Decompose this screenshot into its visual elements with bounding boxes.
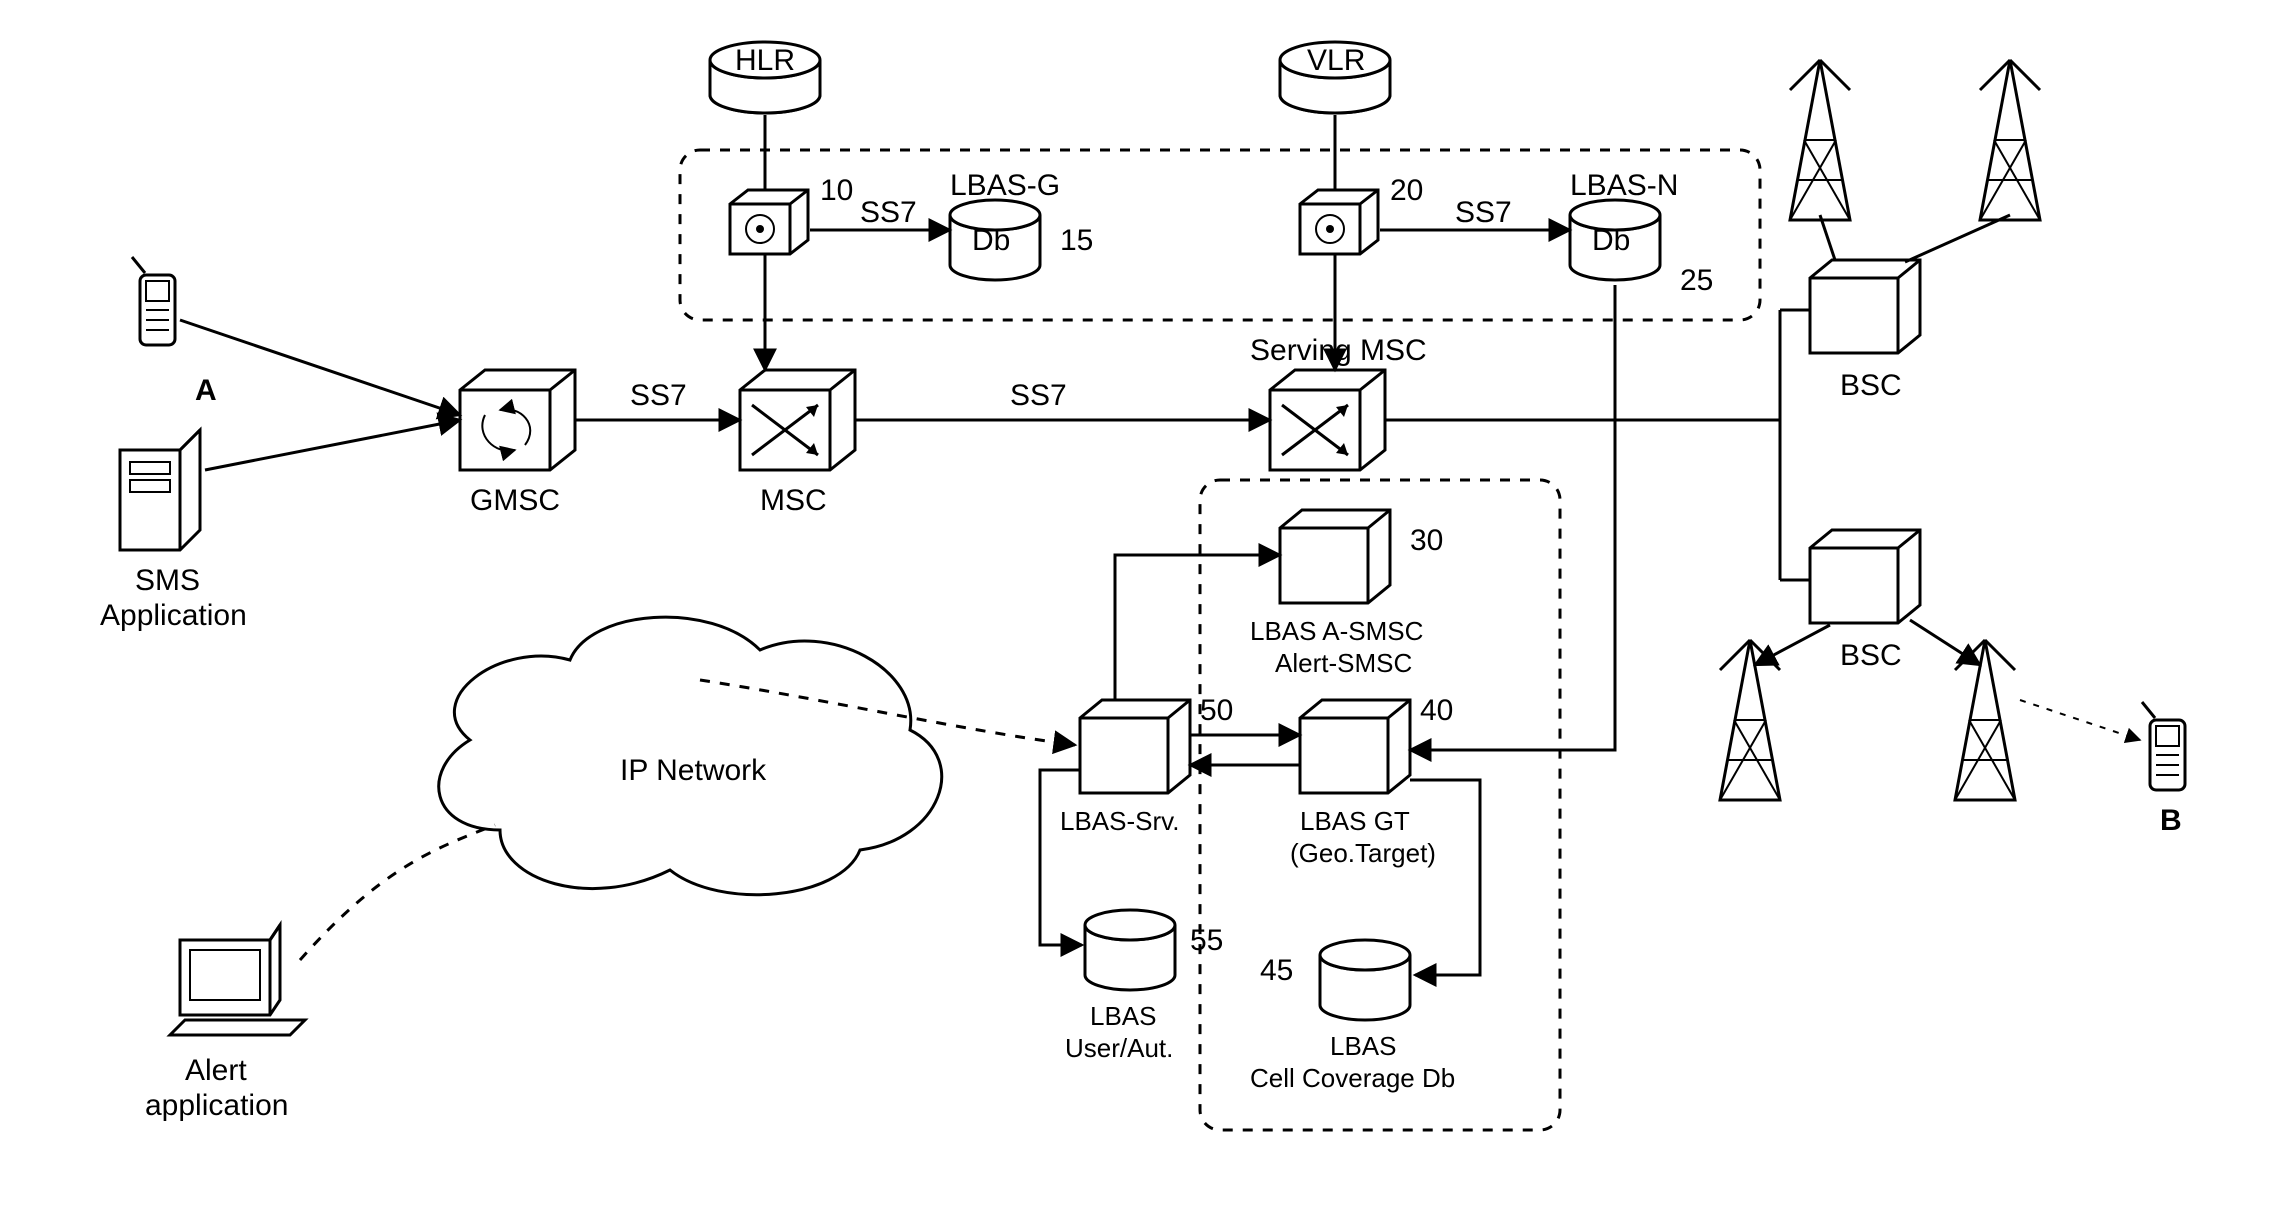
bsc2-label: BSC bbox=[1840, 639, 1902, 672]
link-bsc1-tower1 bbox=[1820, 215, 1835, 260]
sms-application-server bbox=[120, 430, 200, 550]
n10-label: 10 bbox=[820, 174, 853, 207]
lbas-cell-2: Cell Coverage Db bbox=[1250, 1063, 1455, 1093]
hlr-label: HLR bbox=[735, 44, 795, 77]
lbas-asmsc-label-2: Alert-SMSC bbox=[1275, 648, 1412, 678]
lbas-cell-1: LBAS bbox=[1330, 1031, 1397, 1061]
gmsc-router bbox=[460, 370, 575, 470]
msc-switch bbox=[740, 370, 855, 470]
lbas-srv-box bbox=[1080, 700, 1190, 793]
bsc-2 bbox=[1810, 530, 1920, 623]
bsc-1 bbox=[1810, 260, 1920, 353]
label-b: B bbox=[2160, 804, 2182, 837]
serving-msc-switch bbox=[1270, 370, 1385, 470]
probe-10 bbox=[730, 190, 808, 254]
lbas-user-aut-db bbox=[1085, 910, 1175, 990]
phone-b bbox=[2142, 702, 2185, 790]
lbas-cell-db bbox=[1320, 940, 1410, 1020]
tower-4 bbox=[1955, 640, 2015, 800]
lbas-user-aut-1: LBAS bbox=[1090, 1001, 1157, 1031]
alert-application bbox=[170, 925, 305, 1035]
n40-label: 40 bbox=[1420, 694, 1453, 727]
ss7-msc-smsc: SS7 bbox=[1010, 379, 1067, 412]
lbas-gt-box bbox=[1300, 700, 1410, 793]
lbas-gt-label-1: LBAS GT bbox=[1300, 806, 1410, 836]
phone-a bbox=[132, 257, 175, 345]
link-phone-a-gmsc bbox=[180, 320, 460, 415]
link-gt-celldb bbox=[1410, 780, 1480, 975]
lbas-g-label-1: LBAS-G bbox=[950, 169, 1060, 202]
msc-label: MSC bbox=[760, 484, 827, 517]
lbas-n-label-2: Db bbox=[1592, 224, 1630, 257]
serving-msc-label: Serving MSC bbox=[1250, 334, 1427, 367]
sms-app-label-1: SMS bbox=[135, 564, 200, 597]
link-alert-cloud bbox=[300, 825, 495, 960]
link-bsc1-tower2 bbox=[1905, 215, 2010, 262]
lbas-g-label-2: Db bbox=[972, 224, 1010, 257]
lbas-asmsc-box bbox=[1280, 510, 1390, 603]
link-srv-useraut bbox=[1040, 770, 1082, 945]
tower-2 bbox=[1980, 60, 2040, 220]
probe-20 bbox=[1300, 190, 1378, 254]
ss7-probe20: SS7 bbox=[1455, 196, 1512, 229]
ip-network-cloud: IP Network bbox=[439, 617, 942, 895]
lbas-srv-label: LBAS-Srv. bbox=[1060, 806, 1179, 836]
tower-3 bbox=[1720, 640, 1780, 800]
n25-label: 25 bbox=[1680, 264, 1713, 297]
n30-label: 30 bbox=[1410, 524, 1443, 557]
ss7-gmsc-msc: SS7 bbox=[630, 379, 687, 412]
link-tower4-phone-b bbox=[2020, 700, 2140, 740]
bsc1-label: BSC bbox=[1840, 369, 1902, 402]
n15-label: 15 bbox=[1060, 224, 1093, 257]
ss7-probe10: SS7 bbox=[860, 196, 917, 229]
n50-label: 50 bbox=[1200, 694, 1233, 727]
ip-network-label: IP Network bbox=[620, 754, 767, 787]
label-a: A bbox=[195, 374, 217, 407]
n55-label: 55 bbox=[1190, 924, 1223, 957]
n20-label: 20 bbox=[1390, 174, 1423, 207]
lbas-n-label-1: LBAS-N bbox=[1570, 169, 1678, 202]
alert-app-label-2: application bbox=[145, 1089, 288, 1122]
gmsc-label: GMSC bbox=[470, 484, 560, 517]
lbas-gt-label-2: (Geo.Target) bbox=[1290, 838, 1436, 868]
link-smsapp-gmsc bbox=[205, 420, 460, 470]
link-bsc2-tower4 bbox=[1910, 620, 1980, 665]
lbas-user-aut-2: User/Aut. bbox=[1065, 1033, 1173, 1063]
sms-app-label-2: Application bbox=[100, 599, 247, 632]
vlr-label: VLR bbox=[1307, 44, 1365, 77]
link-bsc2-tower3 bbox=[1755, 625, 1830, 665]
n45-label: 45 bbox=[1260, 954, 1293, 987]
lbas-asmsc-label-1: LBAS A-SMSC bbox=[1250, 616, 1423, 646]
alert-app-label-1: Alert bbox=[185, 1054, 247, 1087]
tower-1 bbox=[1790, 60, 1850, 220]
